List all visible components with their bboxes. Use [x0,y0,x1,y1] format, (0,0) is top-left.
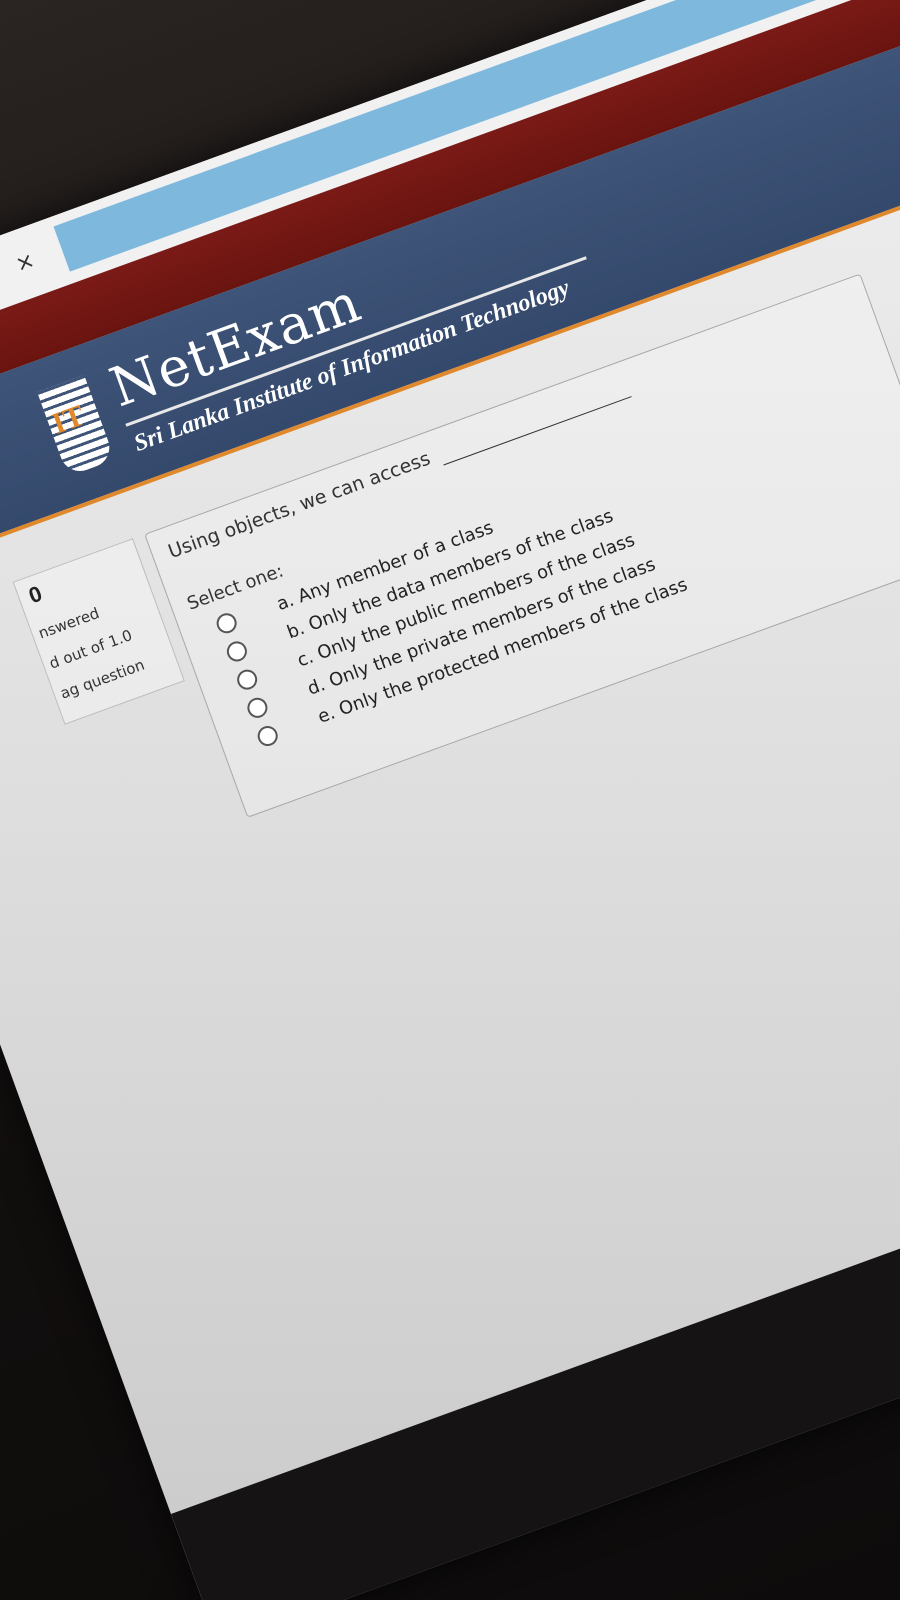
radio-button[interactable] [224,638,250,665]
radio-button[interactable] [234,666,260,693]
question-status: nswered [35,603,102,643]
answer-blank [443,396,632,466]
radio-button[interactable] [213,610,240,637]
close-icon[interactable]: × [9,247,42,280]
monitor-screen: × i + IT NetExam Sri Lanka Institute of … [0,0,900,1600]
radio-button[interactable] [244,694,271,721]
radio-button[interactable] [254,723,281,749]
monitor-bezel [170,1000,900,1600]
question-number: 0 [25,580,46,609]
photo-scene: × i + IT NetExam Sri Lanka Institute of … [0,0,900,1600]
